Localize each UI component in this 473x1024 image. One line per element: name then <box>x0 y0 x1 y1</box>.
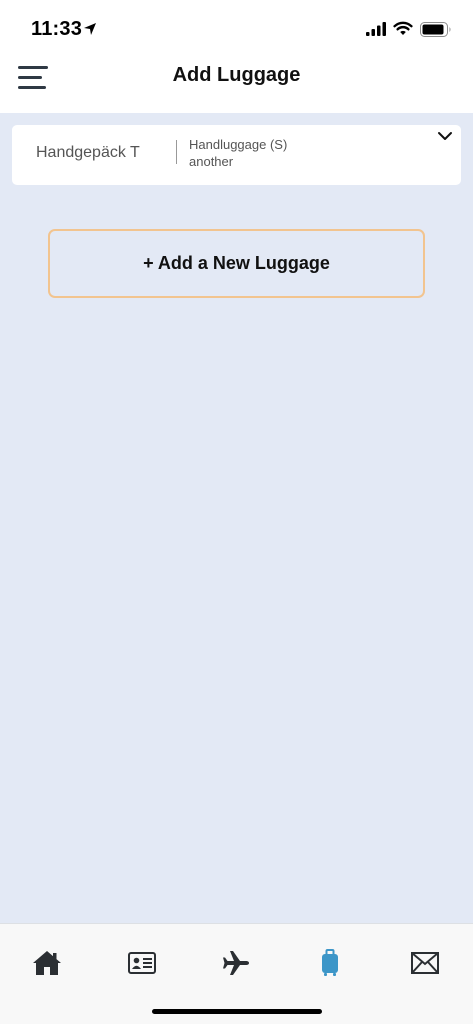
location-arrow-icon <box>84 23 96 35</box>
page-title: Add Luggage <box>172 64 301 86</box>
tab-flights[interactable] <box>216 948 256 978</box>
add-new-luggage-button[interactable]: + Add a New Luggage <box>48 229 425 298</box>
home-icon <box>33 951 61 975</box>
tab-profile[interactable] <box>122 948 162 978</box>
tab-messages[interactable] <box>405 948 445 978</box>
cellular-signal-icon <box>366 22 386 36</box>
battery-icon <box>420 22 451 37</box>
wifi-icon <box>393 21 413 35</box>
app-header: Add Luggage <box>0 50 473 113</box>
id-card-icon <box>128 952 156 974</box>
luggage-icon <box>322 949 338 976</box>
status-time: 11:33 <box>31 18 83 40</box>
chevron-down-icon[interactable] <box>437 130 453 142</box>
divider <box>176 140 177 164</box>
tab-luggage[interactable] <box>310 948 350 978</box>
home-indicator[interactable] <box>152 1009 322 1014</box>
tab-home[interactable] <box>27 948 67 978</box>
luggage-subtitle: another <box>189 154 234 169</box>
luggage-type: Handluggage (S) <box>189 137 288 152</box>
luggage-name: Handgepäck T <box>36 144 140 161</box>
airplane-icon <box>223 951 249 975</box>
envelope-icon <box>411 952 439 974</box>
status-bar: 11:33 <box>0 0 473 50</box>
tab-bar <box>0 923 473 1024</box>
luggage-card[interactable]: Handgepäck T Handluggage (S) another <box>12 125 461 185</box>
